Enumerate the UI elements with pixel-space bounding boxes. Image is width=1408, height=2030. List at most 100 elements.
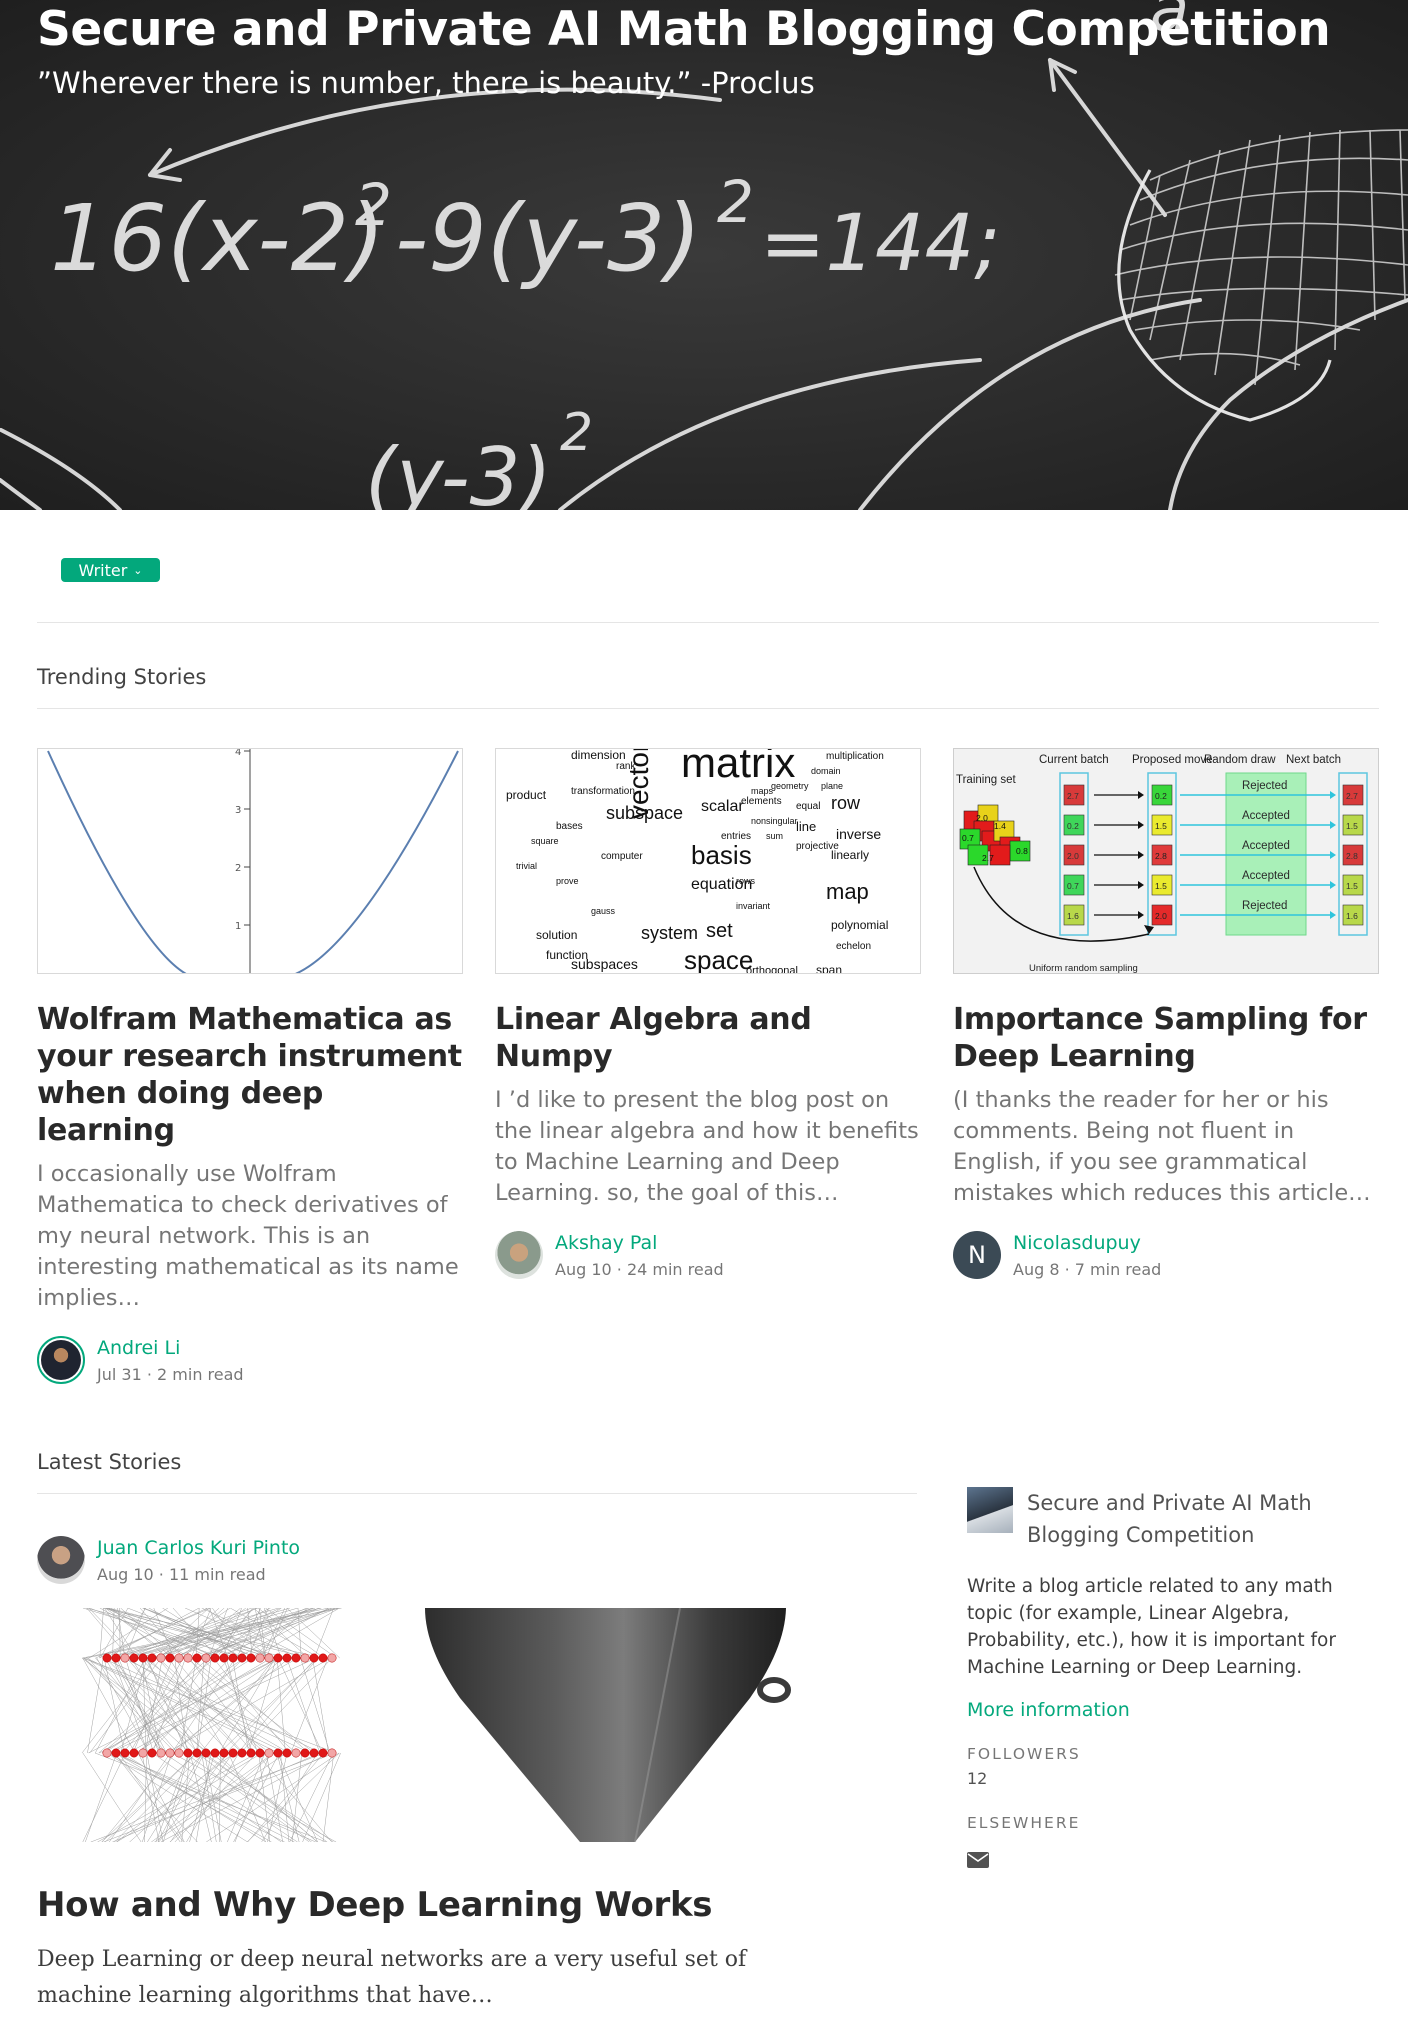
author-avatar[interactable] xyxy=(37,1336,85,1384)
network-node xyxy=(219,1748,229,1758)
read-time: 24 min read xyxy=(626,1259,724,1279)
story-byline: Akshay Pal Aug 10 · 24 min read xyxy=(495,1231,923,1279)
diagram-caption: Uniform random sampling xyxy=(1029,963,1138,974)
training-sample-value: 1.4 xyxy=(994,821,1006,831)
latest-story-snippet[interactable]: Deep Learning or deep neural networks ar… xyxy=(37,1942,797,2014)
author-name[interactable]: Nicolasdupuy xyxy=(1013,1232,1161,1254)
network-node xyxy=(210,1653,220,1663)
network-node xyxy=(246,1653,256,1663)
trending-section-title: Trending Stories xyxy=(37,665,207,689)
sidebar-publication-name[interactable]: Secure and Private AI Math Blogging Comp… xyxy=(1027,1487,1377,1551)
svg-text:=144;: =144; xyxy=(760,199,1001,289)
sidebar-header: Secure and Private AI Math Blogging Comp… xyxy=(967,1487,1377,1551)
word-cloud-word: set xyxy=(706,920,733,942)
word-cloud-word: rank xyxy=(616,761,636,772)
story-snippet[interactable]: I occasionally use Wolfram Mathematica t… xyxy=(37,1159,465,1314)
network-node xyxy=(102,1653,112,1663)
word-cloud-word: function xyxy=(546,948,588,962)
decision-label: Rejected xyxy=(1242,900,1287,912)
network-node xyxy=(291,1748,301,1758)
meta-separator: · xyxy=(158,1564,169,1584)
diagram-header: Proposed move xyxy=(1132,754,1213,766)
funnel-image[interactable] xyxy=(420,1608,797,1842)
story-thumbnail[interactable]: Current batch Proposed move Random draw Nex… xyxy=(953,748,1379,974)
word-cloud-word: line xyxy=(796,819,816,834)
story-title[interactable]: Linear Algebra and Numpy xyxy=(495,1001,923,1075)
word-cloud-word: plane xyxy=(821,781,843,791)
next-batch-value: 1.5 xyxy=(1346,821,1358,831)
author-avatar[interactable] xyxy=(37,1536,85,1584)
story-date: Jul 31 xyxy=(97,1364,142,1384)
story-snippet[interactable]: (I thanks the reader for her or his comm… xyxy=(953,1085,1381,1209)
story-date: Aug 10 xyxy=(555,1259,612,1279)
latest-story-byline: Juan Carlos Kuri Pinto Aug 10 · 11 min r… xyxy=(37,1536,300,1584)
y-tick-label: 2 xyxy=(235,863,241,874)
story-card[interactable]: 4 3 2 1 Wolfram Mathematica as your rese… xyxy=(37,748,465,1384)
word-cloud-word: orthogonal xyxy=(746,965,798,974)
latest-story-title[interactable]: How and Why Deep Learning Works xyxy=(37,1885,713,1925)
network-node xyxy=(327,1653,337,1663)
followers-count[interactable]: 12 xyxy=(967,1769,1377,1788)
story-title[interactable]: Wolfram Mathematica as your research ins… xyxy=(37,1001,465,1149)
network-node xyxy=(255,1748,265,1758)
author-avatar[interactable] xyxy=(495,1231,543,1279)
next-batch-value: 1.5 xyxy=(1346,881,1358,891)
network-node xyxy=(255,1653,265,1663)
word-cloud-word: sum xyxy=(766,831,783,841)
mail-icon[interactable] xyxy=(967,1852,1377,1872)
word-cloud-word: space xyxy=(684,945,753,974)
funnel-graphic xyxy=(425,1608,791,1842)
word-cloud-word: system xyxy=(641,923,698,943)
more-information-link[interactable]: More information xyxy=(967,1699,1377,1721)
current-batch-value: 1.6 xyxy=(1067,911,1079,921)
next-batch-value: 1.6 xyxy=(1346,911,1358,921)
publication-logo[interactable] xyxy=(967,1487,1013,1533)
training-sample-value: 2.0 xyxy=(976,813,988,823)
author-name[interactable]: Akshay Pal xyxy=(555,1232,724,1254)
network-node xyxy=(273,1653,283,1663)
read-time: 7 min read xyxy=(1074,1259,1162,1279)
word-cloud-word: multiplication xyxy=(826,751,884,762)
author-name[interactable]: Juan Carlos Kuri Pinto xyxy=(97,1537,300,1559)
author-name[interactable]: Andrei Li xyxy=(97,1337,244,1359)
writer-role-button[interactable]: Writer ⌄ xyxy=(61,558,160,582)
network-node xyxy=(210,1748,220,1758)
meta-separator: · xyxy=(1064,1259,1075,1279)
followers-label: FOLLOWERS xyxy=(967,1745,1081,1763)
training-sample-value: 0.7 xyxy=(962,833,974,843)
svg-text:2: 2 xyxy=(560,403,593,463)
read-time: 2 min read xyxy=(157,1364,244,1384)
network-node xyxy=(165,1748,175,1758)
network-node xyxy=(111,1653,121,1663)
network-node xyxy=(129,1748,139,1758)
word-cloud-word: equal xyxy=(796,801,820,812)
svg-text:16(x-2): 16(x-2) xyxy=(50,185,385,292)
hero-banner: 16(x-2) 2 -9(y-3) 2 =144; (y-3) 2 a Secu… xyxy=(0,0,1408,510)
word-cloud-word: bases xyxy=(556,821,583,832)
story-meta: Aug 8 · 7 min read xyxy=(1013,1260,1161,1279)
word-cloud-word: entries xyxy=(721,831,751,842)
story-meta: Aug 10 · 11 min read xyxy=(97,1565,300,1584)
story-date: Aug 8 xyxy=(1013,1259,1060,1279)
network-node xyxy=(147,1653,157,1663)
divider xyxy=(37,708,1379,709)
decision-label: Rejected xyxy=(1242,780,1287,792)
latest-section-title: Latest Stories xyxy=(37,1450,182,1474)
neural-network-image[interactable] xyxy=(37,1608,407,1842)
story-meta: Jul 31 · 2 min read xyxy=(97,1365,244,1384)
story-card[interactable]: dimension matrix multiplication vector scala… xyxy=(495,748,923,1279)
word-cloud-word: map xyxy=(826,879,869,904)
story-card[interactable]: Current batch Proposed move Random draw Nex… xyxy=(953,748,1381,1279)
importance-sampling-diagram: Current batch Proposed moveRandom draw Nex… xyxy=(956,754,1368,974)
story-snippet[interactable]: I ’d like to present the blog post on th… xyxy=(495,1085,923,1209)
author-avatar[interactable]: N xyxy=(953,1231,1001,1279)
story-thumbnail[interactable]: 4 3 2 1 xyxy=(37,748,463,974)
publication-tagline: ”Wherever there is number, there is beau… xyxy=(37,66,815,100)
network-node xyxy=(147,1748,157,1758)
network-node xyxy=(192,1653,202,1663)
story-title[interactable]: Importance Sampling for Deep Learning xyxy=(953,1001,1381,1075)
story-thumbnail[interactable]: dimension matrix multiplication vector scala… xyxy=(495,748,921,974)
publication-sidebar: Secure and Private AI Math Blogging Comp… xyxy=(967,1487,1377,1872)
next-batch-value: 2.7 xyxy=(1346,791,1358,801)
meta-separator: · xyxy=(146,1364,158,1384)
